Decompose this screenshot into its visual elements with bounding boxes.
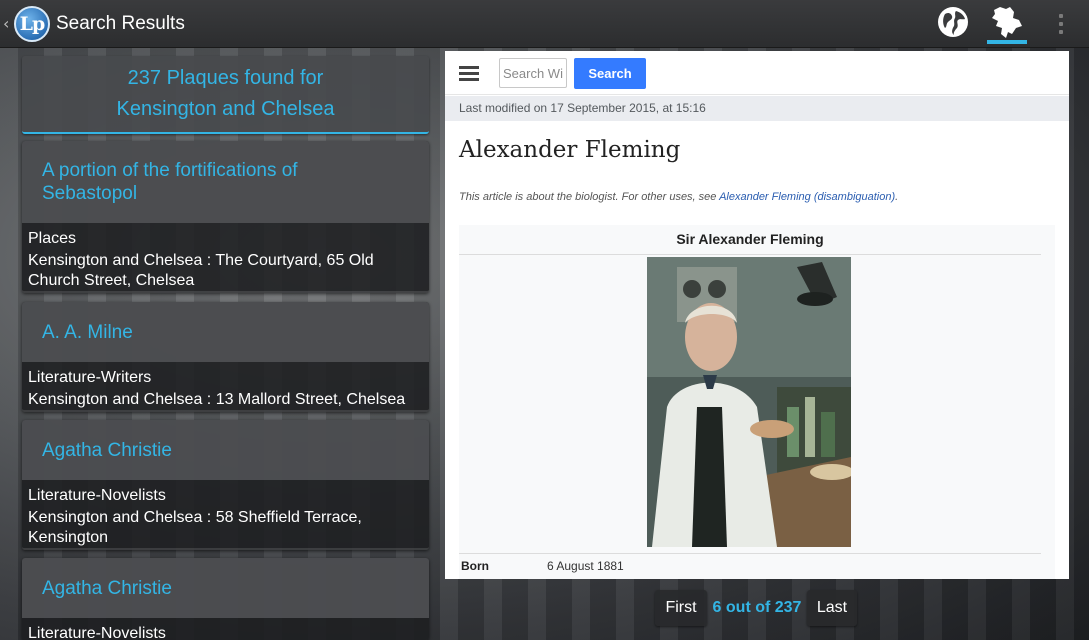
app-logo-icon[interactable]: Lp: [14, 6, 50, 42]
wiki-search-input[interactable]: [499, 58, 567, 88]
plaque-category: Literature-Novelists: [28, 487, 166, 504]
page-title: Search Results: [56, 13, 185, 34]
infobox: Sir Alexander Fleming Born 6 August 1881: [459, 225, 1055, 579]
plaque-name: A portion of the fortifications of Sebas…: [22, 141, 429, 223]
action-bar: ‹ Lp Search Results: [0, 0, 1089, 48]
list-item[interactable]: A. A. Milne Literature-Writers Kensingto…: [22, 302, 429, 412]
plaque-category: Places: [28, 230, 77, 247]
born-label: Born: [461, 559, 489, 573]
plaque-name: Agatha Christie: [22, 558, 429, 618]
results-count-text: 237 Plaques found for: [127, 67, 324, 89]
map-icon[interactable]: [986, 4, 1028, 42]
plaque-category: Literature-Novelists: [28, 625, 166, 640]
results-borough-text: Kensington and Chelsea: [116, 98, 335, 120]
results-summary: 237 Plaques found for Kensington and Che…: [22, 56, 429, 134]
last-modified-bar[interactable]: Last modified on 17 September 2015, at 1…: [445, 96, 1069, 121]
hamburger-menu-icon[interactable]: [459, 66, 479, 81]
plaque-location: Kensington and Chelsea : 58 Sheffield Te…: [28, 509, 362, 546]
list-item[interactable]: Agatha Christie Literature-Novelists: [22, 558, 429, 640]
back-caret-icon[interactable]: ‹: [3, 14, 9, 33]
overflow-menu-icon[interactable]: [1054, 12, 1068, 36]
portrait-image[interactable]: [647, 257, 851, 547]
plaque-location: Kensington and Chelsea : The Courtyard, …: [28, 252, 374, 289]
wiki-webview[interactable]: Search Last modified on 17 September 201…: [445, 51, 1069, 579]
born-value: 6 August 1881: [547, 559, 624, 573]
article-title: Alexander Fleming: [459, 137, 681, 163]
plaque-location: Kensington and Chelsea : 13 Mallord Stre…: [28, 391, 406, 408]
hatnote: This article is about the biologist. For…: [459, 191, 899, 203]
active-tab-indicator: [987, 40, 1027, 44]
plaque-name: A. A. Milne: [22, 302, 429, 362]
first-page-button[interactable]: First: [655, 590, 707, 626]
disambiguation-link[interactable]: Alexander Fleming (disambiguation): [719, 191, 895, 203]
born-divider: [459, 553, 1041, 554]
wiki-header: Search: [445, 51, 1069, 95]
infobox-title: Sir Alexander Fleming: [676, 231, 824, 247]
plaque-category: Literature-Writers: [28, 369, 152, 386]
list-item[interactable]: A portion of the fortifications of Sebas…: [22, 141, 429, 293]
last-page-button[interactable]: Last: [807, 590, 857, 626]
wiki-search-button[interactable]: Search: [574, 58, 646, 89]
page-position-text: 6 out of 237: [712, 599, 802, 616]
globe-icon[interactable]: [936, 5, 970, 39]
list-item[interactable]: Agatha Christie Literature-Novelists Ken…: [22, 420, 429, 550]
plaque-name: Agatha Christie: [22, 420, 429, 480]
infobox-divider: [459, 254, 1041, 255]
